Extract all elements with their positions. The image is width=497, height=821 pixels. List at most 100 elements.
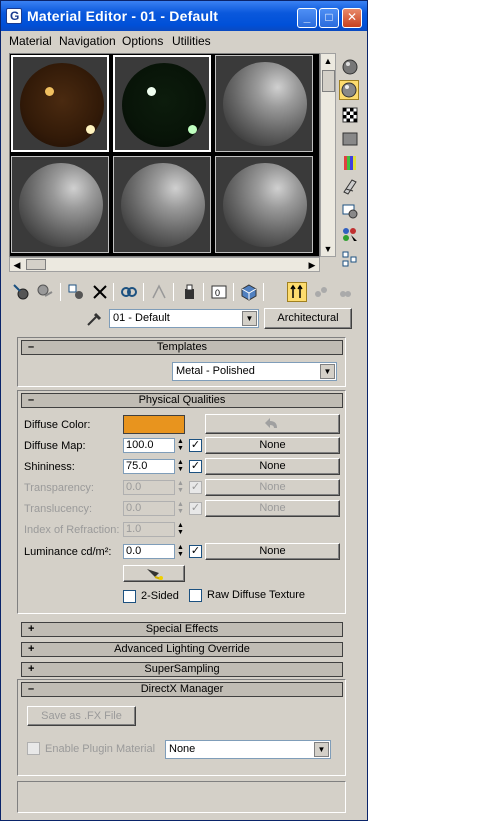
material-effects-channel-icon[interactable] xyxy=(179,282,199,302)
transparency-map-button[interactable]: None xyxy=(205,479,340,496)
put-material-to-scene-icon[interactable] xyxy=(35,282,55,302)
empty-rollout-area xyxy=(17,781,346,813)
separator xyxy=(203,283,204,301)
go-back-icon[interactable] xyxy=(335,282,355,302)
close-button[interactable]: ✕ xyxy=(342,8,362,28)
scroll-right-icon[interactable]: ▶ xyxy=(305,258,319,272)
two-sided-checkbox[interactable] xyxy=(123,590,136,603)
sample-slot-4[interactable] xyxy=(11,156,109,253)
go-to-parent-icon[interactable] xyxy=(287,282,307,302)
diffuse-map-label: Diffuse Map: xyxy=(24,440,86,452)
video-color-check-icon[interactable] xyxy=(339,152,359,172)
spinner-icon[interactable]: ▲ ▼ xyxy=(176,501,185,516)
transparency-checkbox[interactable]: ✓ xyxy=(189,481,202,494)
rollout-title: SuperSampling xyxy=(144,663,220,675)
separator xyxy=(233,283,234,301)
spinner-icon[interactable]: ▲ ▼ xyxy=(176,459,185,474)
put-to-library-icon[interactable] xyxy=(149,282,169,302)
rollout-title: DirectX Manager xyxy=(140,683,224,695)
sample-uv-tiling-icon[interactable] xyxy=(339,128,359,148)
luminance-checkbox[interactable]: ✓ xyxy=(189,545,202,558)
diffuse-map-checkbox[interactable]: ✓ xyxy=(189,439,202,452)
menu-options[interactable]: Options xyxy=(122,34,163,48)
sample-slot-1[interactable] xyxy=(11,55,109,152)
translucency-input[interactable]: 0.0 xyxy=(123,501,175,516)
show-map-in-viewport-icon[interactable]: 0 xyxy=(209,282,229,302)
luminance-from-light-button[interactable] xyxy=(123,565,185,582)
material-name-combo[interactable]: 01 - Default ▼ xyxy=(109,309,259,328)
rollout-title: Special Effects xyxy=(145,623,219,635)
raw-diffuse-texture-label: Raw Diffuse Texture xyxy=(207,589,306,601)
sample-slot-3[interactable] xyxy=(215,55,313,152)
scroll-thumb[interactable] xyxy=(26,259,46,270)
advanced-lighting-override-rollout-header[interactable]: + Advanced Lighting Override xyxy=(21,642,343,657)
material-map-navigator-icon[interactable] xyxy=(339,248,359,268)
directx-manager-rollout-header[interactable]: – DirectX Manager xyxy=(21,682,343,697)
chevron-down-icon[interactable]: ▼ xyxy=(320,364,335,379)
luminance-input[interactable]: 0.0 xyxy=(123,544,175,559)
select-by-material-icon[interactable] xyxy=(339,224,359,244)
assign-material-to-selection-icon[interactable] xyxy=(66,282,86,302)
expand-sign: + xyxy=(28,643,35,655)
scroll-up-icon[interactable]: ▲ xyxy=(321,54,335,68)
templates-rollout-header[interactable]: – Templates xyxy=(21,340,343,355)
translucency-label: Translucency: xyxy=(24,503,93,515)
sample-slot-6[interactable] xyxy=(215,156,313,253)
template-combo[interactable]: Metal - Polished ▼ xyxy=(172,362,337,381)
spinner-icon[interactable]: ▲ ▼ xyxy=(176,480,185,495)
enable-plugin-material-checkbox[interactable] xyxy=(27,742,40,755)
highlight xyxy=(45,87,54,96)
scroll-down-icon[interactable]: ▼ xyxy=(321,242,335,256)
set-color-from-map-button[interactable] xyxy=(205,414,340,434)
maximize-button[interactable]: □ xyxy=(319,8,339,28)
vertical-scrollbar[interactable]: ▲ ▼ xyxy=(320,53,336,257)
shininess-checkbox[interactable]: ✓ xyxy=(189,460,202,473)
menu-utilities[interactable]: Utilities xyxy=(172,34,211,48)
material-name-value: 01 - Default xyxy=(113,312,170,324)
sample-type-icon[interactable] xyxy=(339,56,359,76)
translucency-map-button[interactable]: None xyxy=(205,500,340,517)
translucency-checkbox[interactable]: ✓ xyxy=(189,502,202,515)
scroll-left-icon[interactable]: ◀ xyxy=(10,258,24,272)
physical-qualities-rollout-header[interactable]: – Physical Qualities xyxy=(21,393,343,408)
menu-navigation[interactable]: Navigation xyxy=(59,34,116,48)
get-material-icon[interactable] xyxy=(11,282,31,302)
menu-material[interactable]: Material xyxy=(9,34,52,48)
save-as-fx-file-button[interactable]: Save as .FX File xyxy=(27,706,136,726)
background-checker-icon[interactable] xyxy=(339,104,359,124)
chevron-down-icon[interactable]: ▼ xyxy=(314,742,329,757)
ior-input[interactable]: 1.0 xyxy=(123,522,175,537)
spinner-icon[interactable]: ▲ ▼ xyxy=(176,438,185,453)
sample-slot-5[interactable] xyxy=(113,156,211,253)
shininess-input[interactable]: 75.0 xyxy=(123,459,175,474)
title-bar[interactable]: Material Editor - 01 - Default _ □ ✕ xyxy=(1,1,367,31)
horizontal-scrollbar[interactable]: ◀ ▶ xyxy=(9,257,320,272)
make-unique-icon[interactable] xyxy=(119,282,139,302)
backlight-icon[interactable] xyxy=(339,80,359,100)
go-forward-to-sibling-icon[interactable] xyxy=(311,282,331,302)
reset-map-icon[interactable] xyxy=(90,282,110,302)
spinner-icon[interactable]: ▲ ▼ xyxy=(176,544,185,559)
chevron-down-icon[interactable]: ▼ xyxy=(242,311,257,326)
show-end-result-icon[interactable] xyxy=(239,282,259,302)
material-type-button[interactable]: Architectural xyxy=(264,308,352,329)
diffuse-map-amount-input[interactable]: 100.0 xyxy=(123,438,175,453)
options-icon[interactable] xyxy=(339,200,359,220)
spinner-icon[interactable]: ▲ ▼ xyxy=(176,522,185,537)
minimize-button[interactable]: _ xyxy=(297,8,317,28)
shininess-map-button[interactable]: None xyxy=(205,458,340,475)
expand-sign: + xyxy=(28,663,35,675)
sample-slot-2[interactable] xyxy=(113,55,211,152)
supersampling-rollout-header[interactable]: + SuperSampling xyxy=(21,662,343,677)
special-effects-rollout-header[interactable]: + Special Effects xyxy=(21,622,343,637)
diffuse-color-swatch[interactable] xyxy=(123,415,185,434)
luminance-map-button[interactable]: None xyxy=(205,543,340,560)
pick-material-from-object-icon[interactable] xyxy=(85,310,103,331)
diffuse-map-button[interactable]: None xyxy=(205,437,340,454)
make-preview-icon[interactable] xyxy=(339,176,359,196)
transparency-input[interactable]: 0.0 xyxy=(123,480,175,495)
scroll-thumb[interactable] xyxy=(322,70,335,92)
plugin-material-combo[interactable]: None ▼ xyxy=(165,740,331,759)
raw-diffuse-texture-checkbox[interactable] xyxy=(189,589,202,602)
transparency-label: Transparency: xyxy=(24,482,94,494)
